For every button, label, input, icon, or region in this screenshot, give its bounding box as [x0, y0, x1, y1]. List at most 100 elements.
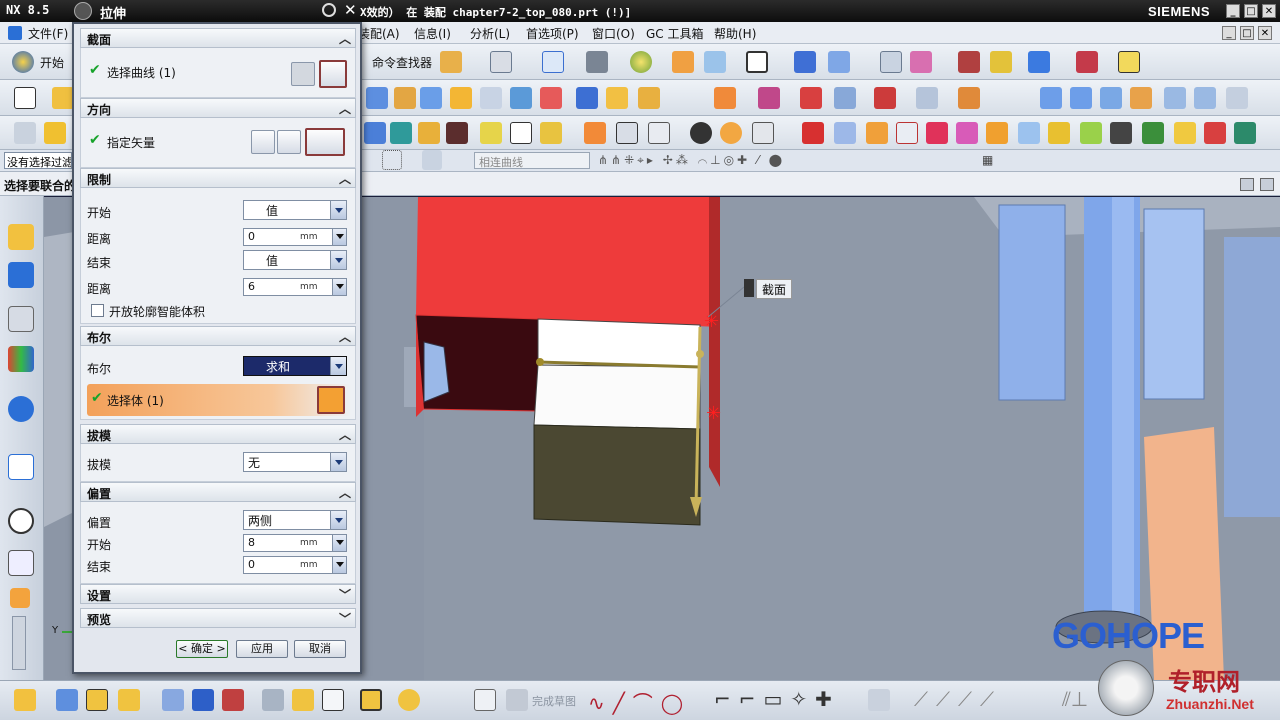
delete-face-icon[interactable]	[926, 122, 948, 144]
menu-preferences[interactable]: 首选项(P)	[526, 25, 579, 42]
curve-icon[interactable]	[910, 51, 932, 73]
shading-icon[interactable]	[586, 51, 608, 73]
end-type-select[interactable]: 值	[243, 250, 347, 270]
constraint-navigator-icon[interactable]	[8, 262, 34, 288]
menu-info[interactable]: 信息(I)	[414, 25, 451, 42]
chevron-down-icon[interactable]	[330, 251, 346, 269]
minimize-button[interactable]: _	[1226, 4, 1240, 18]
unite-icon[interactable]	[540, 87, 562, 109]
panel-max-button[interactable]	[1260, 178, 1274, 191]
pull-face-icon[interactable]	[956, 122, 978, 144]
panel-restore-button[interactable]	[1240, 178, 1254, 191]
snap-icon[interactable]	[958, 51, 980, 73]
replace-face-icon[interactable]	[896, 122, 918, 144]
constraint-icon[interactable]	[800, 87, 822, 109]
stack-icon[interactable]	[1048, 122, 1070, 144]
feature-7-icon[interactable]	[540, 122, 562, 144]
chevron-up-icon[interactable]: ︿	[339, 100, 351, 117]
doc-minimize-button[interactable]: _	[1222, 26, 1236, 40]
select-body-icon[interactable]	[422, 150, 442, 170]
feature-6-icon[interactable]	[510, 122, 532, 144]
menu-assembly[interactable]: 装配(A)	[358, 25, 400, 42]
curve-rule-select[interactable]: 相连曲线	[474, 152, 590, 169]
surface-icon[interactable]	[1040, 87, 1062, 109]
wcs-icon[interactable]	[794, 51, 816, 73]
reference-set-icon[interactable]	[322, 689, 344, 711]
edit-icon[interactable]	[14, 122, 36, 144]
sketch-edit-icons[interactable]: ⌐⌐▭✧✚	[714, 687, 840, 711]
mirror-assembly-icon[interactable]	[192, 689, 214, 711]
block-icon[interactable]	[450, 87, 472, 109]
sketch-section-button[interactable]	[291, 62, 315, 86]
offset-group-header[interactable]: 偏置 ︿	[80, 482, 356, 502]
reset-icon[interactable]	[322, 3, 336, 17]
constraint-icons[interactable]: ⫽⊥	[1062, 687, 1088, 711]
maximize-button[interactable]: □	[1244, 4, 1258, 18]
measure-icon[interactable]	[1076, 51, 1098, 73]
select-curve-label[interactable]: 选择曲线 (1)	[107, 64, 176, 81]
eye-icon[interactable]	[690, 122, 712, 144]
menu-analysis[interactable]: 分析(L)	[470, 25, 510, 42]
snap-options-icon[interactable]: ▦	[982, 153, 993, 167]
offset-region-icon[interactable]	[986, 122, 1008, 144]
history-icon[interactable]	[8, 508, 34, 534]
body-selector-button[interactable]	[317, 386, 345, 414]
sew-icon[interactable]	[1226, 87, 1248, 109]
apply-button[interactable]: 应用	[236, 640, 288, 658]
type-filter[interactable]: 没有选择过滤	[4, 152, 72, 169]
render-icon[interactable]	[630, 51, 652, 73]
select-body-row[interactable]: ✔ 选择体 (1)	[87, 384, 351, 416]
close-dialog-icon[interactable]: ✕	[344, 1, 357, 19]
assembly-icon[interactable]	[758, 87, 780, 109]
menu-gc-toolbox[interactable]: GC 工具箱	[646, 25, 704, 42]
view-frame-icon[interactable]	[746, 51, 768, 73]
direction-group-header[interactable]: 方向 ︿	[80, 98, 356, 118]
arrow-tool-icon[interactable]	[1028, 51, 1050, 73]
close-button[interactable]: ✕	[1262, 4, 1276, 18]
start-type-select[interactable]: 值	[243, 200, 347, 220]
end-distance-input[interactable]: 6 mm	[243, 278, 347, 296]
start-distance-input[interactable]: 0 mm	[243, 228, 347, 246]
chevron-down-icon[interactable]	[330, 357, 346, 375]
sketch-icon[interactable]	[474, 689, 496, 711]
patch-icon[interactable]	[1100, 87, 1122, 109]
part-navigator-icon[interactable]	[8, 306, 34, 332]
layer-icon[interactable]	[704, 51, 726, 73]
web-browser-icon[interactable]	[8, 396, 34, 422]
create-array-icon[interactable]	[118, 689, 140, 711]
settings-group-header[interactable]: 设置 ﹀	[80, 584, 356, 604]
section-callout-label[interactable]: 截面	[756, 279, 793, 299]
open-profile-label[interactable]: 开放轮廓智能体积	[109, 303, 205, 320]
assembly-constraint-icon[interactable]	[222, 689, 244, 711]
menu-start[interactable]: 开始	[40, 54, 64, 71]
sub-icon[interactable]	[834, 122, 856, 144]
specify-vector-label[interactable]: 指定矢量	[107, 134, 155, 151]
pmi-icon[interactable]	[1142, 122, 1164, 144]
cylinder-icon[interactable]	[720, 122, 742, 144]
clip-icon[interactable]	[398, 689, 420, 711]
layer2-icon[interactable]	[1174, 122, 1196, 144]
preview-group-header[interactable]: 预览 ﹀	[80, 608, 356, 628]
mirror-icon[interactable]	[874, 87, 896, 109]
reverse-direction-button[interactable]	[251, 130, 275, 154]
doc-close-button[interactable]: ✕	[1258, 26, 1272, 40]
mesh-icon[interactable]	[1070, 87, 1092, 109]
draft-select[interactable]: 无	[243, 452, 347, 472]
blend-icon[interactable]	[606, 87, 628, 109]
move-component-icon[interactable]	[262, 689, 284, 711]
vector-inferred-button[interactable]	[305, 128, 345, 156]
offset-select[interactable]: 两侧	[243, 510, 347, 530]
spin-icon[interactable]	[332, 535, 346, 551]
box-icon[interactable]	[510, 87, 532, 109]
trim-icon[interactable]	[1130, 87, 1152, 109]
new-icon[interactable]	[14, 87, 36, 109]
snap-point-icons[interactable]: ⋔⋔⁜⌖▸ ✢⁂ ⌒⊥◎✚ ⁄ ⬤	[598, 153, 785, 168]
chevron-down-icon[interactable]	[330, 453, 346, 471]
command-finder[interactable]: 命令查找器	[372, 54, 432, 71]
menu-help[interactable]: 帮助(H)	[714, 25, 756, 42]
feature-8-icon[interactable]	[584, 122, 606, 144]
wave-link-icon[interactable]	[292, 689, 314, 711]
menu-window[interactable]: 窗口(O)	[592, 25, 635, 42]
book-icon[interactable]	[440, 51, 462, 73]
feature-4-icon[interactable]	[446, 122, 468, 144]
